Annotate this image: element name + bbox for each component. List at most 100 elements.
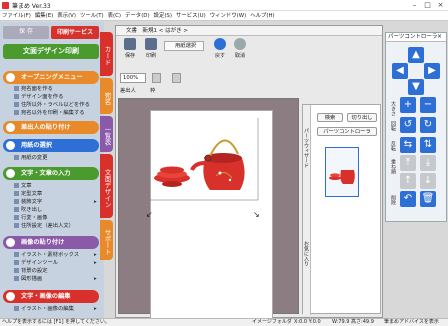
list-item[interactable]: 用紙の変更 <box>14 155 48 162</box>
tab-bunmen-design[interactable]: 文面デザイン <box>100 154 113 218</box>
minimize-button[interactable]: – <box>408 0 421 11</box>
tab-card[interactable]: カード <box>100 32 113 76</box>
save-button[interactable]: 保 存 <box>3 26 49 39</box>
close-button[interactable]: × <box>434 0 447 11</box>
text-icon <box>6 169 15 178</box>
resize-handle-br[interactable]: ↘ <box>253 210 260 219</box>
tab-support[interactable]: サポート <box>100 220 113 260</box>
clip-art-teapot-sakazuki[interactable] <box>150 118 275 208</box>
save-tool-button[interactable]: 保存 <box>120 38 140 64</box>
size-label: 大きさ <box>390 101 396 116</box>
list-item[interactable]: 宛名面を作る <box>14 86 53 93</box>
print-service-button[interactable]: 印刷サービス <box>51 26 99 39</box>
flip-label: 反転 <box>390 141 396 151</box>
paper-select-tool-button[interactable]: 用紙選択 <box>164 41 204 51</box>
move-up-button[interactable]: ▲ <box>408 47 424 63</box>
menu-table[interactable]: 表(C) <box>106 11 123 21</box>
list-item[interactable]: 文章 <box>14 183 32 190</box>
opening-menu-header[interactable]: オープニングメニュー <box>3 71 99 84</box>
frame-tool[interactable]: 枠 <box>150 86 155 94</box>
status-size: W:79.9 高さ:49.9 <box>332 319 374 325</box>
list-item[interactable]: 定型文章 <box>14 191 42 198</box>
bring-forward-button[interactable]: ↑ <box>400 173 416 189</box>
text-image-edit-header[interactable]: 文字・画像の編集 <box>3 290 99 303</box>
list-item[interactable]: 宛名以外を印刷・編集する <box>14 110 85 117</box>
paper-icon <box>6 141 15 150</box>
stamp-icon <box>6 123 15 132</box>
list-item[interactable]: イラスト・素材ボックス ▸ <box>14 252 97 259</box>
bring-front-button[interactable]: ⤒ <box>400 155 416 171</box>
list-item[interactable]: デザイン面を作る <box>14 94 63 101</box>
left-panel: 保 存 印刷サービス 文面デザイン印刷 オープニングメニュー 宛名面を作る デザ… <box>0 22 104 318</box>
undo-button[interactable]: 戻す <box>210 38 230 64</box>
favorite-thumbnail[interactable] <box>325 147 359 197</box>
tab-favorites[interactable]: お気に入り <box>303 191 311 315</box>
menu-view[interactable]: 表示(V) <box>55 11 78 21</box>
send-backward-button[interactable]: ↓ <box>420 173 436 189</box>
doc-design-print-button[interactable]: 文面デザイン印刷 <box>3 44 99 59</box>
menu-settings[interactable]: 設定(S) <box>152 11 174 21</box>
trash-icon[interactable]: 🗑 <box>420 191 436 207</box>
menu-tools[interactable]: ツール(T) <box>78 11 106 21</box>
resize-handle-bl[interactable]: ↙ <box>146 210 153 219</box>
list-item[interactable]: 背景の設定 <box>14 268 48 275</box>
status-advice[interactable]: 筆まめアドバイスを表示 <box>384 319 439 326</box>
maximize-button[interactable]: □ <box>421 0 434 11</box>
menu-data[interactable]: データ(D) <box>123 11 152 21</box>
menu-bar: ファイル(F) 編集(E) 表示(V) ツール(T) 表(C) データ(D) 設定(S) サー… <box>0 11 448 21</box>
shrink-button[interactable]: − <box>420 97 436 113</box>
flip-vertical-button[interactable]: ⇅ <box>420 137 436 153</box>
chevron-right-icon: ▸ <box>94 276 97 282</box>
move-left-button[interactable]: ◀ <box>392 63 408 79</box>
redo-button[interactable]: 取消 <box>230 38 250 64</box>
document-title-bar: 文書 新規1 < はがき > <box>116 26 382 36</box>
menu-window[interactable]: ウィンドウ(W) <box>208 11 249 21</box>
pattern-paste-header[interactable]: 差出人の貼り付け <box>3 121 99 134</box>
flip-horizontal-button[interactable]: ⇆ <box>400 137 416 153</box>
enlarge-button[interactable]: + <box>400 97 416 113</box>
undo-icon[interactable]: ↶ <box>400 191 416 207</box>
zoom-in-icon[interactable] <box>152 73 161 83</box>
list-item[interactable]: 図形描画 ▸ <box>14 276 97 283</box>
list-item[interactable]: 行変・画像 <box>14 215 48 222</box>
list-item[interactable]: デザインツール ▸ <box>14 260 97 267</box>
cutout-button[interactable]: 切り出し <box>347 113 377 122</box>
sender-tool[interactable]: 差出人 <box>120 86 136 94</box>
list-item[interactable]: 装飾文字 ▸ <box>14 199 97 206</box>
edit-icon <box>6 292 15 301</box>
move-down-button[interactable]: ▼ <box>408 79 424 95</box>
paper-select-header[interactable]: 用紙の選択 <box>3 139 99 152</box>
tab-parts-wizard[interactable]: パーツウィザード <box>303 105 311 191</box>
menu-service[interactable]: サービス(U) <box>174 11 208 21</box>
document-window: 文書 新規1 < はがき > 保存 印刷 用紙選択 戻す 取消 100% 差出人… <box>115 25 383 323</box>
tab-ichiran[interactable]: 一覧表 <box>100 116 113 152</box>
rotate-right-button[interactable]: ↻ <box>420 117 436 133</box>
parts-wizard-panel: パーツウィザード お気に入り 検索 切り出し パーツコントローラ <box>302 104 381 315</box>
list-item[interactable]: 住所設定（差出人文） <box>14 223 74 230</box>
parts-controller-button[interactable]: パーツコントローラ <box>317 127 377 136</box>
chevron-right-icon: ▸ <box>94 252 97 258</box>
send-back-button[interactable]: ⤓ <box>420 155 436 171</box>
menu-help[interactable]: ヘルプ(H) <box>248 11 276 21</box>
menu-file[interactable]: ファイル(F) <box>0 11 33 21</box>
print-tool-button[interactable]: 印刷 <box>141 38 161 64</box>
list-item[interactable]: 住所以外・ラベル以どを作る <box>14 102 90 109</box>
move-right-button[interactable]: ▶ <box>424 63 440 79</box>
chevron-right-icon: ▸ <box>94 260 97 266</box>
zoom-select[interactable]: 100% <box>120 73 146 83</box>
delete-label: 削除 <box>390 195 396 205</box>
status-folder: イメージフォルダ <box>252 319 292 325</box>
text-input-header[interactable]: 文字・文章の入力 <box>3 167 99 180</box>
search-button[interactable]: 検索 <box>317 113 343 122</box>
image-paste-header[interactable]: 画像の貼り付け <box>3 236 99 249</box>
menu-edit[interactable]: 編集(E) <box>33 11 55 21</box>
page-icon[interactable] <box>172 73 181 83</box>
rotate-left-button[interactable]: ↺ <box>400 117 416 133</box>
tab-atena[interactable]: 宛名 <box>100 78 113 114</box>
list-item[interactable]: 吹き出し <box>14 207 42 214</box>
close-icon[interactable]: × <box>437 33 442 40</box>
home-icon <box>6 73 15 82</box>
chevron-right-icon: ▸ <box>94 306 97 312</box>
chevron-right-icon: ▸ <box>94 199 97 205</box>
list-item[interactable]: イラスト・画像の編集 ▸ <box>14 306 97 313</box>
